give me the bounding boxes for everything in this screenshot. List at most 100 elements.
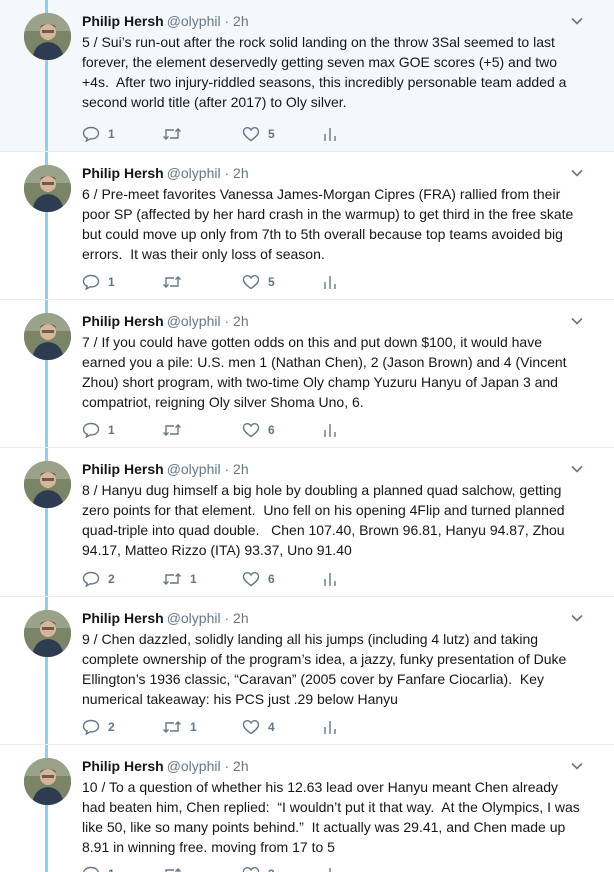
retweet-button[interactable] — [162, 422, 242, 438]
author-handle[interactable]: @olyphil — [167, 610, 221, 626]
reply-icon — [82, 866, 100, 872]
reply-button[interactable]: 1 — [82, 422, 162, 438]
like-icon — [242, 866, 260, 872]
analytics-button[interactable] — [322, 126, 402, 142]
author-handle[interactable]: @olyphil — [167, 313, 221, 329]
separator-dot: · — [224, 610, 230, 626]
separator-dot: · — [224, 758, 230, 774]
analytics-button[interactable] — [322, 866, 402, 872]
avatar[interactable] — [24, 165, 71, 212]
tweet-actions: 2 1 4 — [82, 717, 402, 737]
chevron-down-icon[interactable] — [570, 14, 584, 28]
author-handle[interactable]: @olyphil — [167, 165, 221, 181]
like-button[interactable]: 5 — [242, 274, 322, 290]
author-name[interactable]: Philip Hersh — [82, 313, 164, 329]
tweet[interactable]: Philip Hersh @olyphil · 2h 6 / Pre-meet f… — [0, 152, 614, 300]
analytics-icon — [324, 424, 336, 437]
retweet-icon — [165, 868, 181, 872]
retweet-button[interactable] — [162, 866, 242, 872]
reply-icon — [82, 126, 100, 142]
tweet-timestamp[interactable]: 2h — [233, 758, 249, 774]
like-button[interactable]: 6 — [242, 571, 322, 587]
tweet[interactable]: Philip Hersh @olyphil · 2h 5 / Sui’s run-… — [0, 0, 614, 152]
reply-count: 1 — [108, 867, 118, 872]
reply-button[interactable]: 2 — [82, 719, 162, 735]
author-name[interactable]: Philip Hersh — [82, 461, 164, 477]
avatar[interactable] — [24, 461, 71, 508]
analytics-button[interactable] — [322, 422, 402, 438]
tweet[interactable]: Philip Hersh @olyphil · 2h 7 / If you cou… — [0, 300, 614, 448]
analytics-icon — [324, 276, 336, 289]
author-handle[interactable]: @olyphil — [167, 758, 221, 774]
avatar[interactable] — [24, 13, 71, 60]
reply-button[interactable]: 2 — [82, 571, 162, 587]
tweet-timestamp[interactable]: 2h — [233, 165, 249, 181]
retweet-button[interactable]: 1 — [162, 719, 242, 735]
tweet-text: 9 / Chen dazzled, solidly landing all hi… — [82, 631, 571, 707]
like-count: 3 — [268, 867, 278, 872]
tweet-timestamp[interactable]: 2h — [233, 13, 249, 29]
tweet-text: 7 / If you could have gotten odds on thi… — [82, 334, 571, 410]
reply-count: 1 — [108, 423, 115, 437]
retweet-icon — [163, 128, 181, 140]
chevron-down-icon[interactable] — [570, 166, 584, 180]
chevron-down-icon[interactable] — [570, 611, 584, 625]
like-button[interactable]: 5 — [242, 126, 322, 142]
author-name[interactable]: Philip Hersh — [82, 13, 164, 29]
retweet-button[interactable] — [162, 274, 242, 290]
reply-button[interactable]: 1 — [82, 126, 162, 142]
chevron-down-icon[interactable] — [570, 759, 584, 773]
like-icon — [242, 719, 260, 735]
tweet-actions: 1 5 — [82, 124, 402, 144]
like-count: 6 — [268, 572, 275, 586]
chevron-down-icon[interactable] — [570, 462, 584, 476]
like-button[interactable]: 3 — [242, 866, 322, 872]
avatar[interactable] — [24, 610, 71, 657]
reply-button[interactable]: 1 — [82, 274, 162, 290]
author-name[interactable]: Philip Hersh — [82, 165, 164, 181]
tweet[interactable]: Philip Hersh @olyphil · 2h 8 / Hanyu dug … — [0, 448, 614, 597]
analytics-button[interactable] — [322, 571, 402, 587]
analytics-icon — [324, 721, 336, 734]
tweet-timestamp[interactable]: 2h — [233, 461, 249, 477]
chevron-down-icon[interactable] — [570, 314, 584, 328]
tweet-timestamp[interactable]: 2h — [233, 313, 249, 329]
tweet-timestamp[interactable]: 2h — [233, 610, 249, 626]
reply-count: 1 — [108, 275, 115, 289]
tweet[interactable]: Philip Hersh @olyphil · 2h 10 / To a ques… — [0, 745, 614, 872]
tweet[interactable]: Philip Hersh @olyphil · 2h 9 / Chen dazzl… — [0, 597, 614, 745]
retweet-count: 1 — [190, 572, 197, 586]
like-count: 6 — [268, 423, 275, 437]
reply-count: 2 — [108, 720, 115, 734]
tweet-thread: Philip Hersh @olyphil · 2h 5 / Sui’s run-… — [0, 0, 614, 872]
author-handle[interactable]: @olyphil — [167, 13, 221, 29]
retweet-icon — [163, 276, 181, 288]
avatar[interactable] — [24, 758, 71, 805]
reply-button[interactable]: 1 — [82, 866, 162, 872]
tweet-actions: 2 1 6 — [82, 569, 402, 589]
author-name[interactable]: Philip Hersh — [82, 610, 164, 626]
retweet-icon — [163, 573, 181, 585]
analytics-button[interactable] — [322, 719, 402, 735]
like-icon — [242, 126, 260, 142]
retweet-icon — [163, 424, 181, 436]
tweet-text: 10 / To a question of whether his 12.63 … — [82, 779, 584, 855]
author-name[interactable]: Philip Hersh — [82, 758, 164, 774]
reply-icon — [82, 719, 100, 735]
author-handle[interactable]: @olyphil — [167, 461, 221, 477]
like-button[interactable]: 6 — [242, 422, 322, 438]
retweet-button[interactable]: 1 — [162, 571, 242, 587]
tweet-text: 5 / Sui’s run-out after the rock solid l… — [82, 34, 571, 110]
like-button[interactable]: 4 — [242, 719, 322, 735]
analytics-icon — [324, 128, 336, 141]
tweet-actions: 1 6 — [82, 420, 402, 440]
separator-dot: · — [224, 13, 230, 29]
reply-icon — [82, 422, 100, 438]
like-icon — [242, 422, 260, 438]
analytics-button[interactable] — [322, 274, 402, 290]
reply-icon — [82, 571, 100, 587]
retweet-button[interactable] — [162, 126, 242, 142]
tweet-text: 8 / Hanyu dug himself a big hole by doub… — [82, 482, 569, 558]
analytics-icon — [324, 573, 336, 586]
avatar[interactable] — [24, 313, 71, 360]
